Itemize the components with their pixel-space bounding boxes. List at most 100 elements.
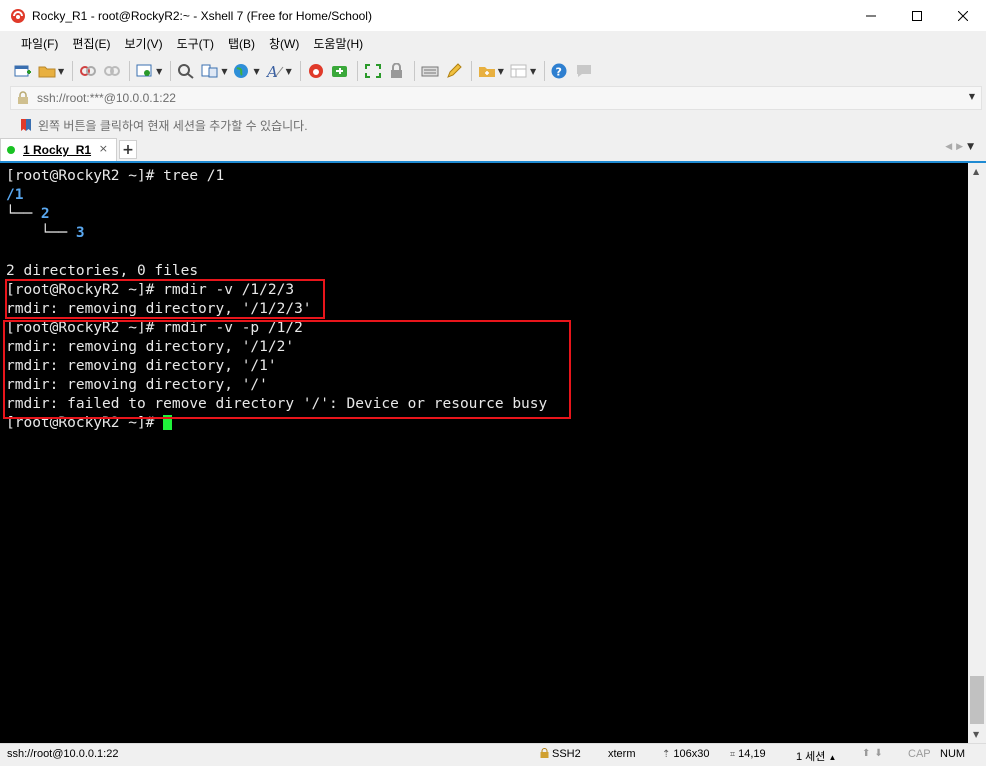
highlight-button[interactable] [445, 63, 463, 79]
toolbar: ▼ ▼ ▼ ▼ A ▼ ▼ ▼ ? [0, 56, 986, 86]
dropdown-arrow-icon: ▼ [156, 66, 163, 76]
chat-button[interactable] [575, 63, 593, 79]
scroll-down-icon[interactable]: ▼ [973, 730, 979, 739]
status-size-label: 106x30 [673, 748, 710, 760]
fullscreen-button[interactable] [364, 63, 382, 79]
minimize-button[interactable] [848, 0, 894, 31]
up-arrow-icon[interactable]: ⬆ [862, 748, 874, 759]
tab-rocky-r1[interactable]: 1 Rocky_R1 × [0, 138, 117, 161]
toolbar-divider [170, 61, 172, 81]
properties-icon [136, 64, 152, 77]
menu-tools[interactable]: 도구(T) [170, 35, 221, 52]
session-address-bar[interactable]: ssh://root:***@10.0.0.1:22 ▼ [10, 86, 982, 110]
help-button[interactable]: ? [551, 63, 569, 79]
quick-session-bar: 왼쪽 버튼을 클릭하여 현재 세션을 추가할 수 있습니다. [0, 112, 986, 138]
terminal-line: └── 2 [6, 205, 547, 224]
xshell-app-icon [11, 8, 25, 23]
layout-button[interactable]: ▼ [510, 63, 536, 79]
keyboard-icon [421, 66, 439, 77]
font-icon: A [266, 63, 284, 79]
dropdown-arrow-icon: ▼ [58, 66, 65, 76]
sessions-dropdown-icon: ▲ [828, 753, 837, 762]
directory-name: /1 [6, 187, 24, 203]
transfer-button[interactable]: ▼ [201, 63, 227, 79]
dropdown-arrow-icon: ▼ [529, 66, 537, 76]
tab-next-icon[interactable]: ▶ [956, 142, 967, 152]
find-icon [178, 64, 194, 79]
highlight-box-rmdir-v [5, 279, 325, 319]
add-tab-button[interactable]: + [119, 140, 137, 159]
scroll-up-icon[interactable]: ▲ [973, 167, 979, 176]
toolbar-divider [413, 61, 415, 81]
menu-edit[interactable]: 편집(E) [65, 35, 117, 52]
resize-icon: ⇡ [662, 749, 671, 760]
toolbar-divider [544, 61, 546, 81]
svg-text:A: A [266, 63, 278, 79]
open-folder-icon [38, 66, 56, 78]
tab-prev-icon[interactable]: ◀ [945, 142, 956, 152]
toolbar-divider [72, 61, 74, 81]
new-tab-button[interactable]: ▼ [478, 63, 504, 79]
properties-button[interactable]: ▼ [136, 63, 162, 79]
scrollbar-thumb[interactable] [970, 676, 984, 724]
address-input[interactable]: ssh://root:***@10.0.0.1:22 [37, 91, 176, 105]
directory-name: 2 [40, 206, 50, 222]
toolbar-divider [356, 61, 358, 81]
help-icon: ? [551, 63, 567, 79]
tab-close-icon[interactable]: × [99, 142, 108, 155]
menu-bar: 파일(F) 편집(E) 보기(V) 도구(T) 탭(B) 창(W) 도움말(H) [0, 31, 986, 56]
tree-branch: └── [6, 206, 41, 222]
menu-tab[interactable]: 탭(B) [221, 35, 262, 52]
terminal-screen[interactable]: [root@RockyR2 ~]# tree /1 /1 └── 2 └── 3… [0, 163, 968, 743]
xshell-button[interactable] [307, 63, 325, 79]
chat-icon [577, 65, 592, 77]
xftp-button[interactable] [331, 63, 349, 79]
tab-navigation[interactable]: ◀▶▼ [945, 142, 978, 152]
status-cursor-label: 14,19 [738, 748, 766, 760]
terminal-scrollbar[interactable]: ▲ ▼ [968, 163, 986, 743]
dropdown-arrow-icon: ▼ [221, 66, 228, 76]
find-button[interactable] [177, 63, 195, 79]
status-caps: CAP [908, 748, 931, 760]
disconnect-icon [80, 66, 97, 76]
tab-list-dropdown-icon[interactable]: ▼ [967, 142, 978, 152]
status-sessions[interactable]: 1 세션 ▲ [796, 748, 836, 764]
connected-status-icon [7, 146, 15, 154]
keyboard-button[interactable] [421, 63, 439, 79]
down-arrow-icon[interactable]: ⬇ [874, 748, 886, 759]
status-connection: ssh://root@10.0.0.1:22 [7, 748, 119, 760]
menu-window[interactable]: 창(W) [262, 35, 306, 52]
font-button[interactable]: A ▼ [266, 63, 292, 79]
xshell-logo-icon [308, 64, 323, 78]
lock-button[interactable] [388, 63, 406, 79]
terminal-line: [root@RockyR2 ~]# tree /1 [6, 168, 225, 184]
svg-text:?: ? [556, 66, 562, 79]
window-title: Rocky_R1 - root@RockyR2:~ - Xshell 7 (Fr… [32, 8, 372, 23]
toolbar-divider [470, 61, 472, 81]
cursor-position-icon: ⌗ [730, 749, 736, 759]
menu-help[interactable]: 도움말(H) [306, 35, 370, 52]
status-num: NUM [940, 748, 966, 760]
dropdown-arrow-icon: ▼ [285, 66, 292, 76]
minimize-icon [866, 15, 876, 16]
new-tab-icon [478, 67, 495, 77]
reconnect-button[interactable] [103, 63, 121, 79]
close-button[interactable] [940, 0, 986, 31]
disconnect-button[interactable] [79, 63, 97, 79]
terminal-line: /1 [6, 186, 547, 205]
open-session-button[interactable]: ▼ [38, 63, 64, 79]
maximize-button[interactable] [894, 0, 940, 31]
status-cursor-position: ⌗ 14,19 [730, 748, 766, 760]
new-session-button[interactable] [14, 63, 32, 79]
globe-button[interactable]: ▼ [233, 63, 260, 79]
toolbar-divider [299, 61, 301, 81]
toolbar-divider [129, 61, 131, 81]
menu-file[interactable]: 파일(F) [14, 35, 65, 52]
session-nav[interactable]: ⬆⬇ [862, 748, 887, 759]
status-terminal-type: xterm [608, 748, 636, 760]
address-dropdown-icon[interactable]: ▼ [969, 92, 975, 101]
maximize-icon [912, 10, 922, 21]
dropdown-arrow-icon: ▼ [497, 66, 504, 76]
quick-session-hint: 왼쪽 버튼을 클릭하여 현재 세션을 추가할 수 있습니다. [38, 118, 308, 133]
menu-view[interactable]: 보기(V) [117, 35, 169, 52]
